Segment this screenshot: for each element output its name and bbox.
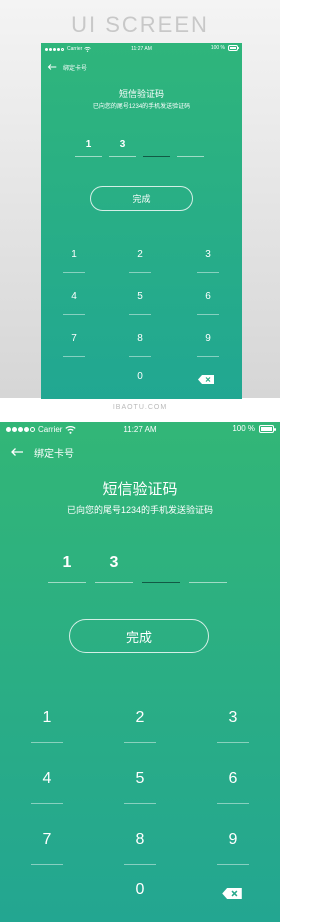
- showcase-panel: UI SCREEN Carrier 11:27 AM 100 % 绑定卡号 短信…: [0, 0, 280, 411]
- delete-key-icon[interactable]: [222, 888, 242, 899]
- key-7[interactable]: 7: [31, 831, 63, 865]
- key-6[interactable]: 6: [197, 291, 219, 315]
- numeric-keypad: 1 2 3 4 5 6 7 8 9 0: [0, 422, 280, 922]
- showcase-heading: UI SCREEN: [71, 12, 209, 37]
- key-6[interactable]: 6: [217, 770, 249, 804]
- key-0[interactable]: 0: [124, 881, 156, 915]
- delete-key-icon[interactable]: [198, 375, 214, 384]
- key-4[interactable]: 4: [63, 291, 85, 315]
- key-5[interactable]: 5: [129, 291, 151, 315]
- phone-preview-mini: Carrier 11:27 AM 100 % 绑定卡号 短信验证码 已向您的尾号…: [41, 43, 242, 399]
- numeric-keypad: 1 2 3 4 5 6 7 8 9 0: [41, 43, 242, 399]
- key-8[interactable]: 8: [129, 333, 151, 357]
- key-7[interactable]: 7: [63, 333, 85, 357]
- key-2[interactable]: 2: [124, 709, 156, 743]
- key-3[interactable]: 3: [217, 709, 249, 743]
- key-1[interactable]: 1: [63, 249, 85, 273]
- key-5[interactable]: 5: [124, 770, 156, 804]
- key-3[interactable]: 3: [197, 249, 219, 273]
- key-4[interactable]: 4: [31, 770, 63, 804]
- key-9[interactable]: 9: [217, 831, 249, 865]
- key-2[interactable]: 2: [129, 249, 151, 273]
- phone-screen: Carrier 11:27 AM 100 % 绑定卡号 短信验证码 已向您的尾号…: [0, 422, 280, 922]
- key-0[interactable]: 0: [129, 371, 151, 395]
- key-8[interactable]: 8: [124, 831, 156, 865]
- watermark: IBAOTU.COM: [112, 404, 168, 411]
- key-1[interactable]: 1: [31, 709, 63, 743]
- key-9[interactable]: 9: [197, 333, 219, 357]
